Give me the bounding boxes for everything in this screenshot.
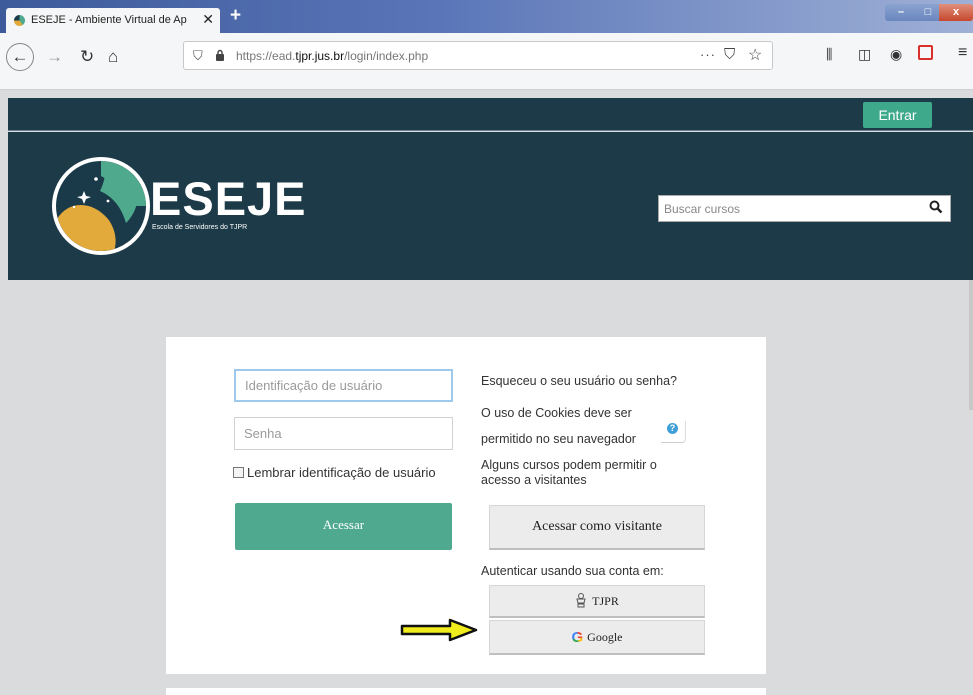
address-bar[interactable]: ⛉ https://ead.tjpr.jus.br/login/index.ph… — [183, 41, 773, 70]
password-field[interactable] — [234, 417, 453, 450]
home-icon[interactable]: ⌂ — [108, 47, 118, 67]
sidebar-icon[interactable]: ◫ — [858, 46, 871, 63]
bookmark-star-icon[interactable]: ☆ — [748, 45, 762, 65]
identity-providers-label: Autenticar usando sua conta em: — [481, 564, 664, 578]
page-scrollbar[interactable] — [969, 280, 973, 410]
google-logo-icon: G — [572, 622, 584, 654]
remember-checkbox[interactable] — [233, 467, 244, 478]
pocket-icon[interactable]: ⛉ — [724, 46, 735, 63]
navigation-toolbar: ← → ↻ ⌂ ⛉ https://ead.tjpr.jus.br/login/… — [0, 33, 973, 90]
footer-panel — [166, 688, 766, 695]
reload-icon[interactable]: ↻ — [80, 47, 94, 67]
tjpr-login-button[interactable]: TJPR — [489, 585, 705, 618]
login-submit-button[interactable]: Acessar — [235, 503, 452, 550]
remember-label[interactable]: Lembrar identificação de usuário — [247, 465, 436, 480]
browser-tab[interactable]: ESEJE - Ambiente Virtual de Ap ✕ — [6, 8, 220, 33]
pointer-arrow-icon — [400, 618, 478, 642]
url-domain: tjpr.jus.br — [295, 49, 345, 63]
page-actions-icon[interactable]: ··· — [700, 47, 716, 62]
account-icon[interactable]: ◉ — [890, 46, 902, 63]
close-window-button[interactable]: x — [939, 4, 973, 21]
tjpr-crest-icon — [576, 593, 586, 608]
search-icon[interactable] — [929, 200, 943, 214]
site-header: ESEJE Escola de Servidores do TJPR — [8, 132, 973, 280]
search-input[interactable] — [659, 196, 924, 221]
google-button-label[interactable]: Google — [587, 630, 622, 644]
tab-strip: ESEJE - Ambiente Virtual de Ap ✕ + – □ x — [0, 0, 973, 33]
course-search — [658, 195, 951, 222]
new-tab-button[interactable]: + — [230, 5, 241, 27]
username-field[interactable] — [234, 369, 453, 402]
pdf-icon[interactable] — [918, 45, 933, 60]
brand-name[interactable]: ESEJE — [150, 174, 307, 224]
shield-icon[interactable]: ⛉ — [193, 48, 203, 64]
help-icon[interactable]: ? — [667, 423, 678, 434]
library-icon[interactable]: ⫼ — [826, 46, 832, 63]
forgot-password-link[interactable]: Esqueceu o seu usuário ou senha? — [481, 373, 677, 389]
tjpr-button-label[interactable]: TJPR — [592, 594, 619, 608]
cookies-text: O uso de Cookies deve ser permitido no s… — [481, 406, 636, 446]
site-topbar: Entrar — [8, 98, 973, 131]
minimize-button[interactable]: – — [885, 4, 917, 21]
guest-access-notice: Alguns cursos podem permitir o acesso a … — [481, 458, 657, 487]
site-favicon-icon — [14, 15, 25, 26]
maximize-button[interactable]: □ — [917, 4, 939, 21]
guest-login-button[interactable]: Acessar como visitante — [489, 505, 705, 550]
url-path: /login/index.php — [344, 49, 429, 63]
login-link-button[interactable]: Entrar — [863, 102, 932, 128]
brand-subtitle: Escola de Servidores do TJPR — [152, 224, 248, 231]
tab-close-icon[interactable]: ✕ — [202, 11, 214, 28]
tab-title: ESEJE - Ambiente Virtual de Ap — [31, 14, 187, 26]
browser-window: ESEJE - Ambiente Virtual de Ap ✕ + – □ x… — [0, 0, 973, 695]
lock-icon[interactable] — [215, 49, 225, 61]
menu-icon[interactable]: ≡ — [958, 44, 967, 62]
help-button[interactable]: ? — [661, 421, 686, 443]
forward-icon[interactable]: → — [46, 47, 63, 67]
google-login-button[interactable]: G Google — [489, 620, 705, 655]
url-prefix: https://ead. — [236, 49, 296, 63]
eseje-logo-icon[interactable] — [52, 157, 150, 255]
back-icon[interactable]: ← — [6, 43, 34, 71]
url-text[interactable]: https://ead.tjpr.jus.br/login/index.php — [236, 49, 428, 63]
cookies-notice: O uso de Cookies deve ser permitido no s… — [481, 400, 686, 452]
remember-username[interactable]: Lembrar identificação de usuário — [233, 465, 436, 480]
